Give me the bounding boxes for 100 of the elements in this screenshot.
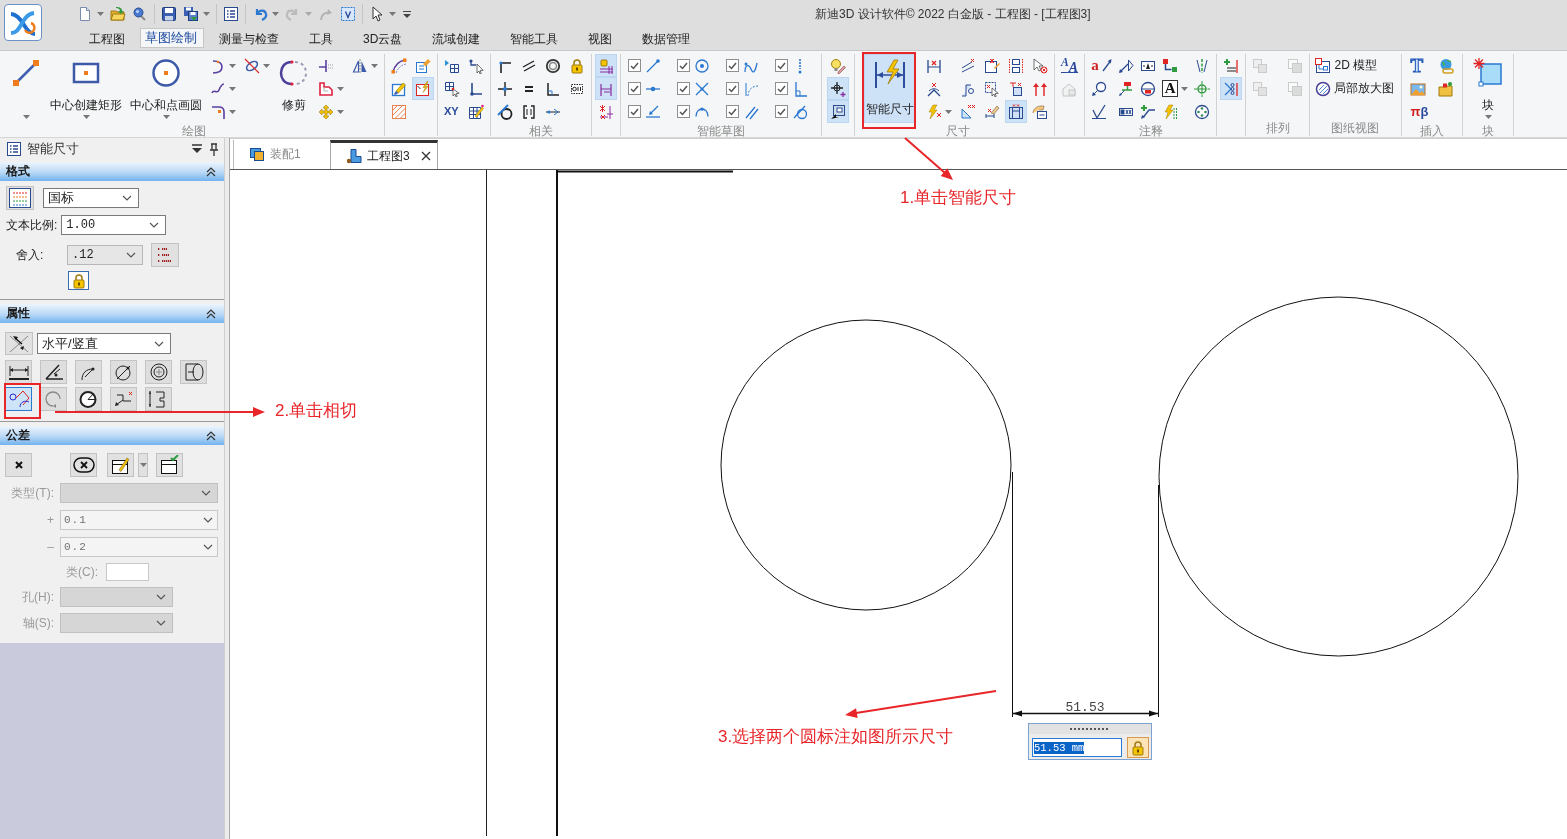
checkmark-icon bbox=[728, 84, 737, 93]
ribbon-button[interactable]: 块 bbox=[1469, 54, 1508, 123]
picture-icon bbox=[1410, 80, 1427, 97]
chevron-down-icon bbox=[201, 490, 211, 496]
surface-check-icon bbox=[1091, 103, 1108, 120]
menu-tab[interactable]: 数据管理 bbox=[627, 28, 706, 50]
x-oval-button[interactable] bbox=[70, 453, 97, 477]
pin-button[interactable] bbox=[208, 142, 220, 156]
triangle-arrow-icon bbox=[1117, 57, 1134, 74]
mirror-icon bbox=[352, 57, 368, 74]
padlock-bars-icon bbox=[598, 57, 614, 74]
parallel-lines-icon bbox=[521, 57, 537, 74]
ribbon-button[interactable] bbox=[827, 100, 849, 123]
checkbox[interactable] bbox=[628, 105, 641, 118]
lock-button[interactable] bbox=[68, 271, 89, 290]
checkbox[interactable] bbox=[677, 82, 690, 95]
panel-menu-button[interactable] bbox=[190, 144, 204, 154]
menu-tab[interactable]: 草图绘制 bbox=[140, 28, 204, 48]
ribbon-button[interactable]: a bbox=[1088, 54, 1115, 77]
curved-arrow-icon bbox=[318, 6, 334, 22]
padlock-icon bbox=[1130, 739, 1146, 756]
group-label: 注释 bbox=[1138, 123, 1163, 139]
checkbox[interactable] bbox=[726, 59, 739, 72]
section-header[interactable]: 公差 bbox=[0, 426, 224, 445]
checkbox[interactable] bbox=[677, 105, 690, 118]
decimal-format-button[interactable] bbox=[151, 243, 179, 267]
group-label: 排列 bbox=[1265, 120, 1290, 136]
menu-tab[interactable]: 3D云盘 bbox=[348, 28, 418, 50]
ribbon-button[interactable]: πβ bbox=[1407, 100, 1432, 123]
linear-dimension-icon bbox=[7, 363, 30, 381]
checkbox[interactable] bbox=[775, 82, 788, 95]
checkmark-icon bbox=[679, 107, 688, 116]
dimension-line[interactable] bbox=[1012, 710, 1159, 717]
caret-icon bbox=[203, 12, 210, 16]
dimension-input-field[interactable]: 51.53 mm bbox=[1032, 738, 1122, 757]
magnifier-icon bbox=[132, 6, 148, 22]
checkbox[interactable] bbox=[628, 82, 641, 95]
standard-dropdown[interactable]: 国标 bbox=[43, 188, 139, 208]
dimension-text[interactable]: 51.53 bbox=[1065, 700, 1105, 715]
dimension-type-button[interactable] bbox=[180, 360, 207, 384]
x-mark-button[interactable] bbox=[5, 453, 32, 477]
ribbon-button[interactable]: 中心和点画圆 bbox=[127, 54, 205, 123]
ribbon-button[interactable]: 2D 模型 bbox=[1312, 54, 1398, 77]
rounding-dropdown[interactable]: .12 bbox=[67, 245, 143, 265]
menu-tab[interactable]: 工程图 bbox=[74, 28, 140, 50]
ribbon-button[interactable]: XY bbox=[441, 100, 463, 123]
line-endpoint-icon bbox=[645, 57, 661, 74]
ribbon-button[interactable]: 中心创建矩形 bbox=[47, 54, 125, 123]
caret-icon bbox=[263, 63, 270, 68]
dimension-type-button[interactable] bbox=[75, 360, 102, 384]
angle-dimension-icon bbox=[926, 80, 942, 97]
window-check-button[interactable] bbox=[156, 453, 183, 477]
section-header[interactable]: 格式 bbox=[0, 162, 224, 181]
dashed-centerline-icon bbox=[1194, 57, 1211, 74]
document-tab[interactable]: 工程图3 bbox=[330, 140, 438, 169]
app-menu-button[interactable] bbox=[4, 4, 42, 41]
fillet-icon bbox=[210, 103, 226, 120]
direction-button[interactable] bbox=[5, 332, 33, 355]
checkbox[interactable] bbox=[726, 82, 739, 95]
dimension-type-button[interactable] bbox=[75, 387, 102, 411]
dimension-type-button[interactable] bbox=[110, 360, 137, 384]
checkbox[interactable] bbox=[628, 59, 641, 72]
ribbon-button[interactable] bbox=[827, 77, 849, 100]
lock-button[interactable] bbox=[1127, 737, 1149, 758]
offset-shape-icon bbox=[318, 80, 334, 97]
ribbon-button[interactable]: 智能尺寸 bbox=[864, 54, 916, 123]
ribbon-button[interactable]: $^{A}$A bbox=[1058, 54, 1082, 77]
caret-icon bbox=[82, 115, 90, 119]
menu-caret-icon bbox=[191, 144, 203, 154]
hand-frame-icon bbox=[1032, 103, 1048, 120]
menu-tab[interactable]: 视图 bbox=[573, 28, 628, 50]
t-junction-icon bbox=[318, 57, 334, 74]
split-circle-icon bbox=[1139, 80, 1156, 97]
checkbox[interactable] bbox=[726, 105, 739, 118]
play-grid-icon bbox=[444, 57, 460, 74]
edit-window-button[interactable] bbox=[107, 453, 134, 477]
ribbon-button[interactable]: 局部放大图 bbox=[1312, 77, 1398, 100]
menu-tab[interactable]: 流域创建 bbox=[417, 28, 496, 50]
dimension-type-button[interactable] bbox=[40, 360, 67, 384]
dimension-type-button[interactable] bbox=[145, 387, 172, 411]
ribbon-button[interactable]: 修剪 bbox=[275, 54, 313, 123]
menu-tab[interactable]: 工具 bbox=[294, 28, 348, 50]
text-scale-dropdown[interactable]: 1.00 bbox=[61, 215, 167, 235]
dimension-type-button[interactable] bbox=[5, 360, 32, 384]
circle-icon bbox=[150, 57, 182, 89]
folder-shapes-icon bbox=[1438, 80, 1455, 97]
checkbox[interactable] bbox=[775, 59, 788, 72]
dimension-type-button[interactable] bbox=[145, 360, 172, 384]
standard-button[interactable] bbox=[6, 186, 34, 210]
checkbox[interactable] bbox=[677, 59, 690, 72]
ribbon-button[interactable] bbox=[1005, 100, 1027, 123]
menu-tab[interactable]: 测量与检查 bbox=[204, 28, 294, 50]
concentric-circles-icon bbox=[147, 363, 170, 381]
checkbox[interactable] bbox=[775, 105, 788, 118]
ribbon-button[interactable]: A bbox=[1158, 77, 1192, 100]
direction-dropdown[interactable]: 水平/竖直 bbox=[37, 333, 171, 354]
section-header[interactable]: 属性 bbox=[0, 304, 224, 323]
double-chevron-icon bbox=[206, 308, 216, 319]
menu-tab[interactable]: 智能工具 bbox=[495, 28, 574, 50]
caret-icon bbox=[22, 115, 30, 119]
